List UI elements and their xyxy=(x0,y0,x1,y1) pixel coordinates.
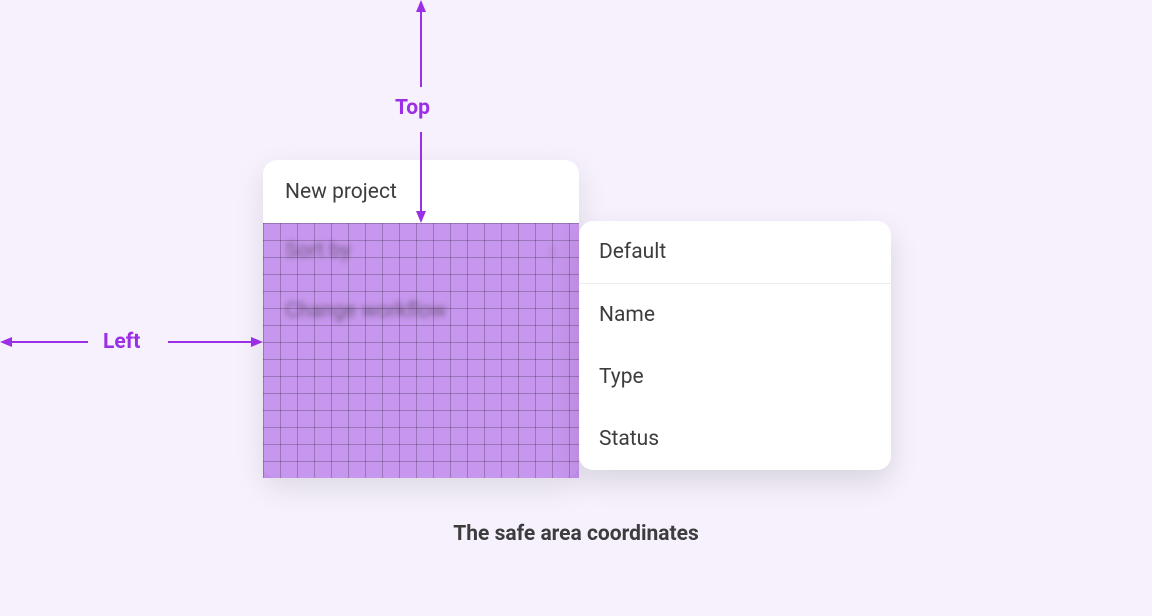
menu-item-label: New project xyxy=(285,180,397,204)
label-top: Top xyxy=(395,96,430,120)
submenu-item-name[interactable]: Name xyxy=(579,284,891,346)
menu-item-label: Change workflow xyxy=(285,299,447,323)
submenu-item-label: Default xyxy=(599,240,666,264)
label-left: Left xyxy=(103,330,140,354)
menu-item-change-workflow[interactable]: Change workflow xyxy=(285,299,447,323)
submenu-item-label: Name xyxy=(599,303,655,327)
submenu-item-default[interactable]: Default xyxy=(579,221,891,283)
submenu-item-label: Status xyxy=(599,427,659,451)
submenu-item-type[interactable]: Type xyxy=(579,346,891,408)
caption: The safe area coordinates xyxy=(0,522,1152,546)
menu-item-label: Sort by xyxy=(285,239,351,263)
chevron-right-icon: › xyxy=(550,241,555,262)
submenu: Default Name Type Status xyxy=(579,221,891,470)
diagram-stage: New project Sort by › Change workflow De… xyxy=(0,0,1152,616)
safe-area-overlay: Sort by › Change workflow xyxy=(263,223,579,478)
submenu-item-status[interactable]: Status xyxy=(579,408,891,470)
submenu-item-label: Type xyxy=(599,365,644,389)
menu-item-sort-by[interactable]: Sort by › xyxy=(285,239,555,263)
